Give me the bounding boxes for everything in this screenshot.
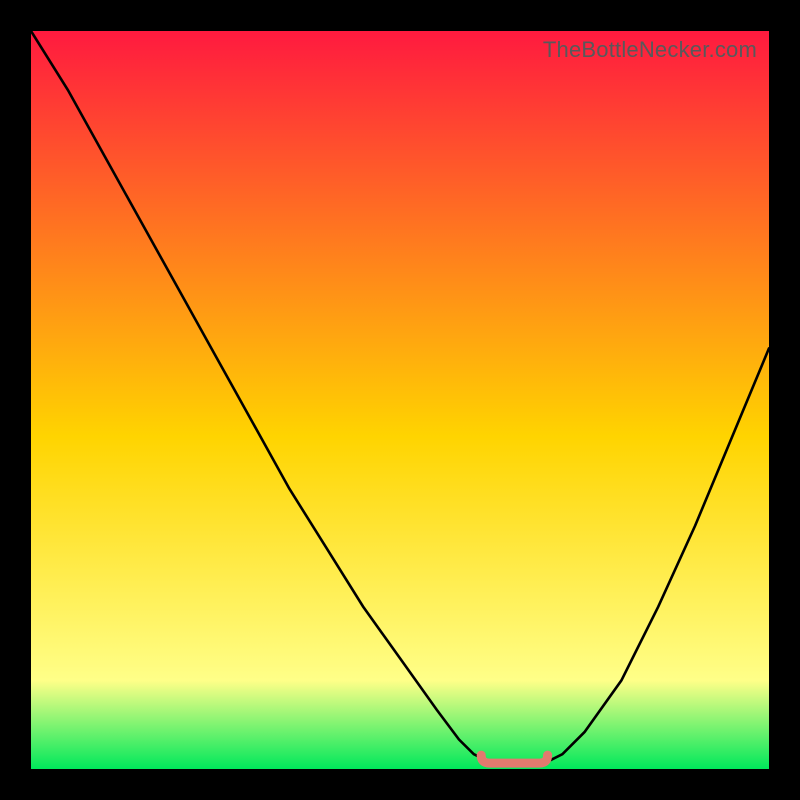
plot-area: TheBottleNecker.com — [31, 31, 769, 769]
outer-frame: TheBottleNecker.com — [0, 0, 800, 800]
watermark-text: TheBottleNecker.com — [543, 37, 757, 63]
chart-svg — [31, 31, 769, 769]
